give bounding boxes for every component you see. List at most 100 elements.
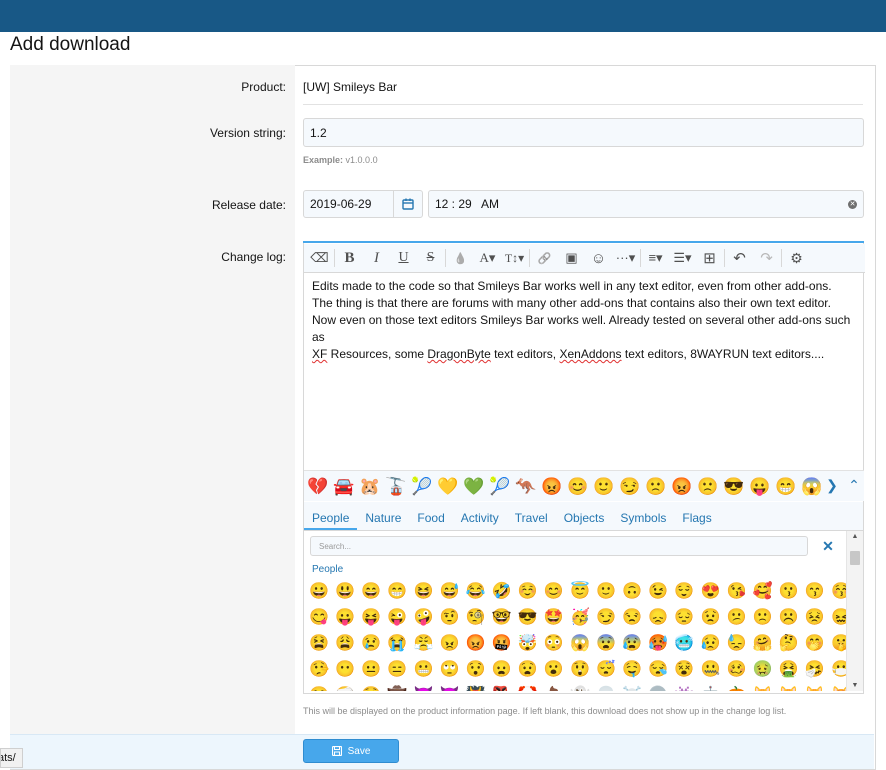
clear-time-icon[interactable]: ✕ xyxy=(848,199,857,209)
emoji-item[interactable]: 🤑 xyxy=(358,683,384,692)
smiley-bar-emoji[interactable]: 💔 xyxy=(305,473,331,499)
smiley-bar-emoji[interactable]: 🎾 xyxy=(409,473,435,499)
italic-icon[interactable]: I xyxy=(363,247,390,269)
redo-icon[interactable]: ↷ xyxy=(753,247,780,269)
smiley-bar-emoji[interactable]: 🐹 xyxy=(357,473,383,499)
smiley-bar-emoji[interactable]: 💛 xyxy=(435,473,461,499)
editor-content[interactable]: Edits made to the code so that Smileys B… xyxy=(312,278,857,363)
emoji-item[interactable]: 😤 xyxy=(410,631,436,657)
emoji-item[interactable]: 🤮 xyxy=(776,657,802,683)
emoji-item[interactable]: 😃 xyxy=(332,579,358,605)
smiley-bar-emoji[interactable]: 🙁 xyxy=(643,473,669,499)
scrollbar-thumb[interactable] xyxy=(850,551,860,565)
emoji-item[interactable]: 😅 xyxy=(436,579,462,605)
emoji-item[interactable]: 🤓 xyxy=(489,605,515,631)
emoji-item[interactable]: 😡 xyxy=(463,631,489,657)
smiley-bar-emoji[interactable]: 😎 xyxy=(721,473,747,499)
emoji-item[interactable]: 😣 xyxy=(802,605,828,631)
emoji-item[interactable]: 🥴 xyxy=(724,657,750,683)
tab-nature[interactable]: Nature xyxy=(357,511,409,530)
chevron-right-icon[interactable]: ❯ xyxy=(821,470,843,500)
emoji-item[interactable]: 🤒 xyxy=(306,683,332,692)
emoji-item[interactable]: 🤡 xyxy=(515,683,541,692)
smiley-bar-emoji[interactable]: 🙁 xyxy=(695,473,721,499)
smiley-bar-emoji[interactable]: 😁 xyxy=(773,473,799,499)
emoji-item[interactable]: 😺 xyxy=(750,683,776,692)
emoji-item[interactable]: ☺️ xyxy=(515,579,541,605)
emoji-item[interactable]: 😒 xyxy=(619,605,645,631)
tab-symbols[interactable]: Symbols xyxy=(612,511,674,530)
emoji-item[interactable]: 👽 xyxy=(645,683,671,692)
emoji-item[interactable]: 😬 xyxy=(410,657,436,683)
emoji-scrollbar[interactable]: ▲ ▼ xyxy=(846,531,863,691)
emoji-item[interactable]: 💩 xyxy=(541,683,567,692)
emoji-item[interactable]: 😐 xyxy=(358,657,384,683)
emoji-item[interactable]: 🤩 xyxy=(541,605,567,631)
emoji-item[interactable]: 😋 xyxy=(306,605,332,631)
release-date-input[interactable]: 2019-06-29 xyxy=(303,190,423,218)
emoji-item[interactable]: 😸 xyxy=(776,683,802,692)
emoji-item[interactable]: 🤨 xyxy=(436,605,462,631)
tab-objects[interactable]: Objects xyxy=(556,511,613,530)
emoji-item[interactable]: 😌 xyxy=(671,579,697,605)
tab-travel[interactable]: Travel xyxy=(507,511,556,530)
emoji-item[interactable]: 🤣 xyxy=(489,579,515,605)
emoji-item[interactable]: 🙄 xyxy=(436,657,462,683)
emoji-item[interactable]: 😠 xyxy=(436,631,462,657)
emoji-item[interactable]: 🥰 xyxy=(750,579,776,605)
emoji-item[interactable]: 😍 xyxy=(697,579,723,605)
emoji-item[interactable]: 😕 xyxy=(724,605,750,631)
font-family-icon[interactable]: A▾ xyxy=(474,247,501,269)
smiley-bar-emoji[interactable]: 🙂 xyxy=(591,473,617,499)
emoji-item[interactable]: 🙃 xyxy=(619,579,645,605)
emoji-item[interactable]: 👿 xyxy=(436,683,462,692)
calendar-icon[interactable] xyxy=(393,191,422,217)
emoji-item[interactable]: 🤖 xyxy=(697,683,723,692)
emoji-item[interactable]: 🙁 xyxy=(750,605,776,631)
emoji-item[interactable]: 😔 xyxy=(671,605,697,631)
image-icon[interactable]: ▣ xyxy=(558,247,585,269)
link-icon[interactable]: 🔗 xyxy=(531,247,558,269)
underline-icon[interactable]: U xyxy=(390,247,417,269)
smiley-bar-emoji[interactable]: 💚 xyxy=(461,473,487,499)
emoji-item[interactable]: 😶 xyxy=(332,657,358,683)
emoji-item[interactable]: 🙂 xyxy=(593,579,619,605)
emoji-item[interactable]: 🎃 xyxy=(724,683,750,692)
emoji-item[interactable]: 😱 xyxy=(567,631,593,657)
emoji-item[interactable]: 🤕 xyxy=(332,683,358,692)
emoji-item[interactable]: 😀 xyxy=(306,579,332,605)
emoji-item[interactable]: 😲 xyxy=(567,657,593,683)
emoji-item[interactable]: ☹️ xyxy=(776,605,802,631)
emoji-item[interactable]: 👾 xyxy=(671,683,697,692)
emoji-item[interactable]: 😄 xyxy=(358,579,384,605)
emoji-item[interactable]: 👺 xyxy=(489,683,515,692)
emoji-item[interactable]: 😢 xyxy=(358,631,384,657)
emoji-item[interactable]: 😛 xyxy=(332,605,358,631)
version-input[interactable]: 1.2 xyxy=(303,118,864,147)
tab-activity[interactable]: Activity xyxy=(453,511,507,530)
emoji-item[interactable]: 🤯 xyxy=(515,631,541,657)
emoji-item[interactable]: 🤔 xyxy=(776,631,802,657)
emoji-item[interactable]: 😧 xyxy=(515,657,541,683)
undo-icon[interactable]: ↶ xyxy=(726,247,753,269)
chevron-up-icon[interactable]: ⌃ xyxy=(843,470,865,500)
emoji-item[interactable]: 😩 xyxy=(332,631,358,657)
emoji-item[interactable]: 😰 xyxy=(619,631,645,657)
emoji-item[interactable]: 😆 xyxy=(410,579,436,605)
emoji-item[interactable]: 😫 xyxy=(306,631,332,657)
save-button[interactable]: Save xyxy=(303,739,399,763)
emoji-item[interactable]: 🤧 xyxy=(802,657,828,683)
emoji-item[interactable]: 🤐 xyxy=(697,657,723,683)
emoji-item[interactable]: 😁 xyxy=(384,579,410,605)
emoji-item[interactable]: 🤥 xyxy=(306,657,332,683)
font-size-icon[interactable]: T↕▾ xyxy=(501,247,528,269)
emoji-item[interactable]: 😞 xyxy=(645,605,671,631)
align-icon[interactable]: ≡▾ xyxy=(642,247,669,269)
emoji-item[interactable]: 👹 xyxy=(463,683,489,692)
emoji-item[interactable]: 🤪 xyxy=(410,605,436,631)
emoji-item[interactable]: 😑 xyxy=(384,657,410,683)
emoji-item[interactable]: 😂 xyxy=(463,579,489,605)
emoji-item[interactable]: 😪 xyxy=(645,657,671,683)
emoji-item[interactable]: 🤬 xyxy=(489,631,515,657)
smilie-icon[interactable]: ☺ xyxy=(585,247,612,269)
